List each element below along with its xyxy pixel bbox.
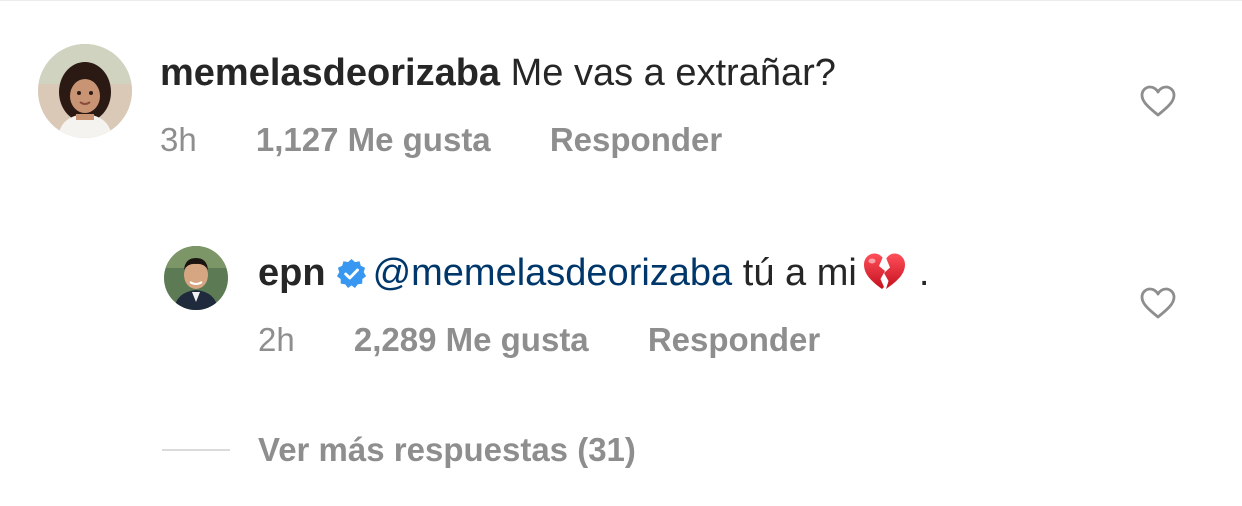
comment-text: Me vas a extrañar? — [510, 52, 836, 94]
reply-avatar[interactable] — [164, 246, 228, 310]
comment-likes[interactable]: 1,127 Me gusta — [256, 120, 491, 160]
heart-outline-icon — [1140, 85, 1176, 117]
reply-like-button[interactable] — [1139, 286, 1177, 320]
verified-badge-icon — [336, 258, 367, 289]
comment-like-button[interactable] — [1139, 84, 1177, 118]
view-more-divider — [162, 449, 230, 451]
reply-text: tú a mi — [742, 252, 857, 294]
reply-trailing: . — [918, 252, 930, 294]
reply-username[interactable]: epn — [258, 252, 326, 294]
reply-meta: 2h 2,289 Me gusta Responder — [258, 320, 820, 360]
comment-time: 3h — [160, 121, 197, 158]
reply-time: 2h — [258, 321, 295, 358]
broken-heart-icon — [861, 249, 907, 293]
reply-reply-button[interactable]: Responder — [648, 320, 820, 360]
reply-mention-link[interactable]: @memelasdeorizaba — [373, 252, 733, 294]
reply-line: epn @memelasdeorizaba tú a mi. — [258, 249, 929, 296]
comment-username[interactable]: memelasdeorizaba — [160, 52, 500, 94]
reply-likes[interactable]: 2,289 Me gusta — [354, 320, 589, 360]
top-divider — [0, 0, 1242, 1]
commenter-avatar[interactable] — [38, 44, 132, 138]
man-photo-icon — [164, 246, 228, 310]
comment-meta: 3h 1,127 Me gusta Responder — [160, 120, 722, 160]
heart-outline-icon — [1140, 287, 1176, 319]
comment-line: memelasdeorizaba Me vas a extrañar? — [160, 50, 836, 96]
view-more-replies-label[interactable]: Ver más respuestas (31) — [258, 430, 636, 470]
child-photo-icon — [38, 44, 132, 138]
comment-reply-button[interactable]: Responder — [550, 120, 722, 160]
